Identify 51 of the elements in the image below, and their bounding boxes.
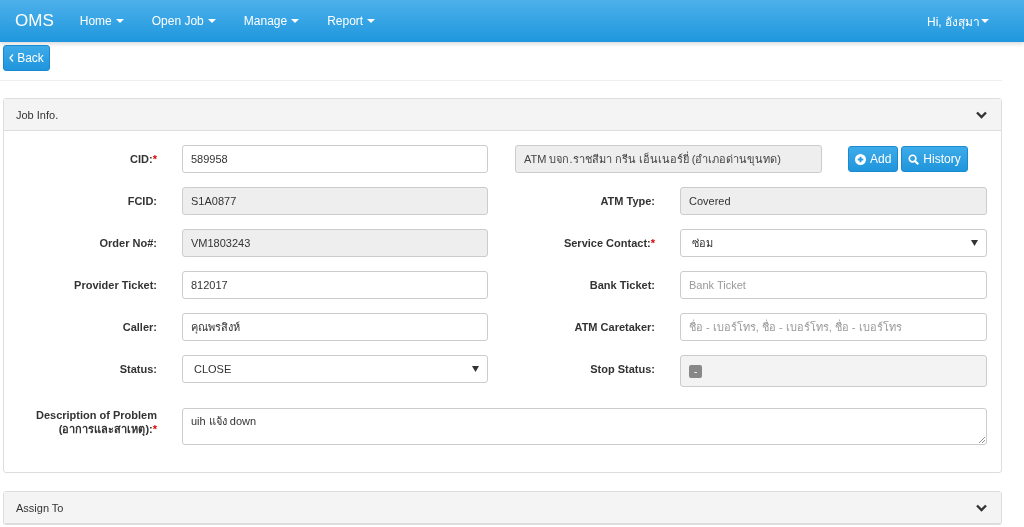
chevron-down-icon [976, 110, 987, 119]
select-field[interactable]: ซ่อม [680, 229, 987, 257]
input-field: Covered [680, 187, 987, 215]
nav-menu[interactable]: Manage [243, 14, 300, 28]
input-field: VM1803243 [182, 229, 488, 257]
field-label: Bank Ticket: [588, 278, 656, 292]
input-field[interactable]: 812017 [182, 271, 488, 299]
field-label: Status: [118, 362, 158, 376]
caret-icon [981, 19, 989, 23]
add-button[interactable]: Add [848, 146, 899, 172]
input-field[interactable]: Bank Ticket [680, 271, 987, 299]
caret-icon [115, 19, 124, 23]
field-label: Stop Status: [589, 362, 656, 376]
resize-grip-icon [978, 436, 985, 443]
panel-header[interactable]: Assign To [4, 492, 1001, 524]
input-field[interactable]: ชื่อ - เบอร์โทร, ชื่อ - เบอร์โทร, ชื่อ - เบอร์โทร [680, 313, 987, 341]
select-field[interactable]: CLOSE [182, 355, 488, 383]
field-label: Service Contact:* [562, 236, 656, 250]
field-label: ATM Type: [599, 194, 656, 208]
nav-menu[interactable]: Home [79, 14, 124, 28]
nav-menu[interactable]: Report [327, 14, 376, 28]
input-field[interactable]: คุณพรสิงห์ [182, 313, 488, 341]
history-button[interactable]: History [901, 146, 968, 172]
atm-name-field: ATM บจก.ราชสีมา กรีน เอ็นเนอร์ยี่ (อำเภอด่านขุนทด) [515, 145, 822, 173]
input-field: S1A0877 [182, 187, 488, 215]
panel-title: Job Info. [16, 108, 59, 121]
caret-icon [207, 19, 216, 23]
chevron-down-icon [976, 503, 987, 512]
field-label: FCID: [126, 194, 158, 208]
panel-title: Assign To [16, 501, 64, 514]
caret-icon [472, 366, 479, 372]
status-badge: - [689, 364, 703, 378]
search-icon [908, 153, 920, 165]
field-label: Order No#: [98, 236, 158, 250]
field-label: Description of Problem (อาการและสาเหตุ):* [34, 408, 158, 436]
input-field[interactable]: 589958 [182, 145, 488, 173]
brand-logo[interactable]: OMS [15, 11, 54, 31]
panel-header[interactable]: Job Info. [4, 99, 1001, 131]
caret-icon [971, 240, 978, 246]
plus-circle-icon [855, 153, 866, 165]
field-label: Caller: [121, 320, 158, 334]
field-label: ATM Caretaker: [573, 320, 656, 334]
caret-icon [367, 19, 376, 23]
back-button[interactable]: Back [3, 45, 50, 71]
text-area[interactable]: uih แจ้ง down [182, 408, 987, 445]
nav-menu[interactable]: Open Job [151, 14, 216, 28]
field-label: Provider Ticket: [73, 278, 158, 292]
field-label: CID:* [129, 152, 158, 166]
chevron-left-icon [9, 54, 15, 62]
user-menu[interactable]: Hi, อังสุมา [927, 11, 989, 31]
caret-icon [291, 19, 300, 23]
